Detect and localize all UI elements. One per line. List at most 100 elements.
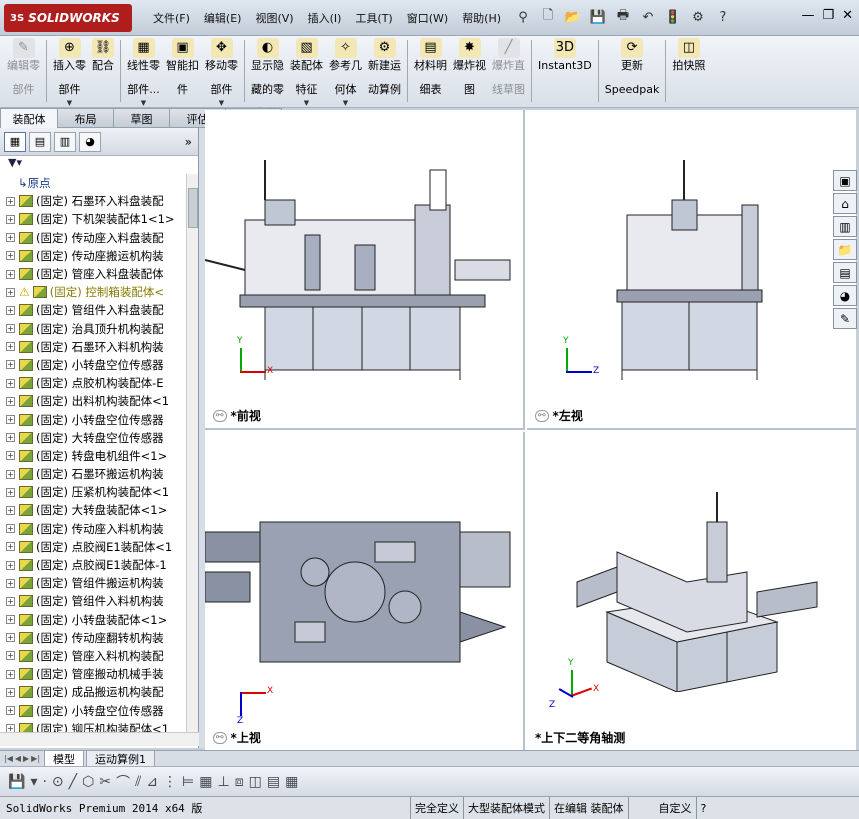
command-button[interactable]: ⛓ 配合 xyxy=(89,36,117,72)
extend-icon[interactable]: ⌒ xyxy=(116,772,130,792)
custom-properties-icon[interactable]: ✎ xyxy=(833,308,857,329)
dimension-icon[interactable]: ⊨ xyxy=(182,774,194,790)
tree-horizontal-scrollbar[interactable] xyxy=(0,732,199,746)
menu-item[interactable]: 文件(F) xyxy=(146,8,197,28)
command-button[interactable]: ⟳ 更新 Speedpak xyxy=(602,36,663,96)
command-button[interactable]: ✎ 编辑零 部件 xyxy=(4,36,43,96)
options-icon[interactable]: ⚙ xyxy=(687,6,709,28)
tree-item[interactable]: + (固定) 传动座入料盘装配 xyxy=(0,229,186,247)
save-icon[interactable]: 💾 xyxy=(587,6,609,28)
print-icon[interactable]: 🖶 xyxy=(612,6,634,28)
tree-item[interactable]: + (固定) 大转盘装配体<1> xyxy=(0,501,186,519)
3d-sketch-icon[interactable]: ⧈ xyxy=(235,774,244,790)
dropdown-arrow-icon[interactable]: ▼ xyxy=(343,97,348,109)
expand-icon[interactable]: + xyxy=(6,487,15,497)
pattern-icon[interactable]: ⋮ xyxy=(163,774,177,790)
command-button[interactable]: ▦ 线性零 部件... ▼ xyxy=(124,36,163,109)
tree-item[interactable]: + (固定) 出料机构装配体<1 xyxy=(0,392,186,410)
expand-icon[interactable]: + xyxy=(6,214,15,224)
expand-icon[interactable]: + xyxy=(6,505,15,515)
view-link-icon[interactable]: ⚯ xyxy=(213,731,227,744)
expand-icon[interactable]: + xyxy=(6,651,15,661)
shaded-view-icon[interactable]: ◫ xyxy=(249,774,262,790)
command-button[interactable]: ⚙ 新建运 动算例 xyxy=(365,36,404,96)
rebuild-icon[interactable]: 🚦 xyxy=(662,6,684,28)
command-button[interactable]: ◫ 拍快照 xyxy=(669,36,708,72)
expand-icon[interactable]: + xyxy=(6,360,15,370)
expand-icon[interactable]: + xyxy=(6,687,15,697)
display-icon[interactable]: ▤ xyxy=(267,774,280,790)
tree-item[interactable]: + (固定) 转盘电机组件<1> xyxy=(0,447,186,465)
tree-item[interactable]: + (固定) 管组件入料盘装配 xyxy=(0,301,186,319)
new-icon[interactable]: 🗋 xyxy=(537,6,559,28)
command-button[interactable]: ✸ 爆炸视图 xyxy=(450,36,489,96)
expand-icon[interactable]: + xyxy=(6,706,15,716)
solidworks-resources-icon[interactable]: ▣ xyxy=(833,170,857,191)
point-icon[interactable]: · xyxy=(42,774,46,790)
grid-icon[interactable]: ▦ xyxy=(199,774,212,790)
command-button[interactable]: ▧ 装配体 特征 ▼ xyxy=(287,36,326,109)
tree-item[interactable]: + (固定) 管座入料机构装配 xyxy=(0,647,186,665)
command-button[interactable]: 3D Instant3D xyxy=(535,36,595,72)
relations-icon[interactable]: ⊥ xyxy=(217,774,229,790)
expand-icon[interactable]: + xyxy=(6,578,15,588)
expand-icon[interactable]: + xyxy=(6,724,15,732)
expand-icon[interactable]: + xyxy=(6,596,15,606)
polygon-icon[interactable]: ⬡ xyxy=(82,774,94,790)
file-explorer-icon[interactable]: 📁 xyxy=(833,239,857,260)
dropdown-arrow-icon[interactable]: ▼ xyxy=(304,97,309,109)
mirror-icon[interactable]: ⊿ xyxy=(146,774,158,790)
expand-icon[interactable]: + xyxy=(6,233,15,243)
command-button[interactable]: ▤ 材料明 细表 xyxy=(411,36,450,96)
undo-icon[interactable]: ↶ xyxy=(637,6,659,28)
property-manager-icon[interactable]: ▤ xyxy=(29,131,51,152)
menu-item[interactable]: 插入(I) xyxy=(301,8,349,28)
configuration-icon[interactable]: ▥ xyxy=(54,131,76,152)
offset-icon[interactable]: ⫽ xyxy=(135,774,141,790)
expand-icon[interactable]: + xyxy=(6,433,15,443)
tree-item[interactable]: + (固定) 铆压机构装配体<1 xyxy=(0,720,186,732)
status-units[interactable]: 自定义 xyxy=(627,797,696,819)
tree-item[interactable]: + (固定) 小转盘装配体<1> xyxy=(0,611,186,629)
tree-item[interactable]: + (固定) 成品搬运机构装配 xyxy=(0,683,186,701)
save-icon[interactable]: 💾 xyxy=(8,774,25,790)
expand-icon[interactable]: + xyxy=(6,451,15,461)
expand-icon[interactable]: + xyxy=(6,396,15,406)
minimize-icon[interactable]: — xyxy=(801,8,814,23)
command-button[interactable]: ⊕ 插入零 部件 ▼ xyxy=(50,36,89,109)
tree-item[interactable]: + (固定) 石墨环搬运机构装 xyxy=(0,465,186,483)
menu-item[interactable]: 视图(V) xyxy=(248,8,300,28)
next-tab-icon[interactable]: ▶ xyxy=(23,754,29,763)
viewport-isometric[interactable]: Y X Z *上下二等角轴测 xyxy=(527,432,856,750)
expand-icon[interactable]: + xyxy=(6,615,15,625)
status-help[interactable]: ? xyxy=(695,797,711,819)
expand-icon[interactable]: + xyxy=(6,415,15,425)
tree-item[interactable]: + ⚠ (固定) 控制箱装配体< xyxy=(0,283,186,301)
expand-icon[interactable]: + xyxy=(6,560,15,570)
pin-icon[interactable]: ⚲ xyxy=(512,6,534,28)
tree-item[interactable]: + (固定) 小转盘空位传感器 xyxy=(0,356,186,374)
tab-2[interactable]: 草图 xyxy=(114,108,170,128)
table-icon[interactable]: ▦ xyxy=(285,774,298,790)
menu-item[interactable]: 工具(T) xyxy=(348,8,399,28)
tree-item[interactable]: + (固定) 石墨环入料机构装 xyxy=(0,338,186,356)
expand-icon[interactable]: + xyxy=(6,669,15,679)
feature-tree-icon[interactable]: ▦ xyxy=(4,131,26,152)
design-library-icon[interactable]: ▥ xyxy=(833,216,857,237)
tab-0[interactable]: 装配体 xyxy=(0,108,58,128)
help-icon[interactable]: ? xyxy=(712,6,734,28)
trim-icon[interactable]: ✂ xyxy=(99,774,111,790)
tab-motion-study[interactable]: 运动算例1 xyxy=(86,749,156,768)
tree-vertical-scrollbar[interactable] xyxy=(186,174,198,732)
home-icon[interactable]: ⌂ xyxy=(833,193,857,214)
close-icon[interactable]: ✕ xyxy=(842,8,853,23)
tree-item[interactable]: + (固定) 治具顶升机构装配 xyxy=(0,320,186,338)
menu-item[interactable]: 窗口(W) xyxy=(400,8,455,28)
expand-icon[interactable]: + xyxy=(6,251,15,261)
expand-icon[interactable]: + xyxy=(6,542,15,552)
expand-icon[interactable]: + xyxy=(6,269,15,279)
tab-model[interactable]: 模型 xyxy=(44,749,85,768)
tree-item[interactable]: + (固定) 小转盘空位传感器 xyxy=(0,701,186,719)
expand-icon[interactable]: + xyxy=(6,287,15,297)
line-icon[interactable]: ╱ xyxy=(69,774,77,790)
